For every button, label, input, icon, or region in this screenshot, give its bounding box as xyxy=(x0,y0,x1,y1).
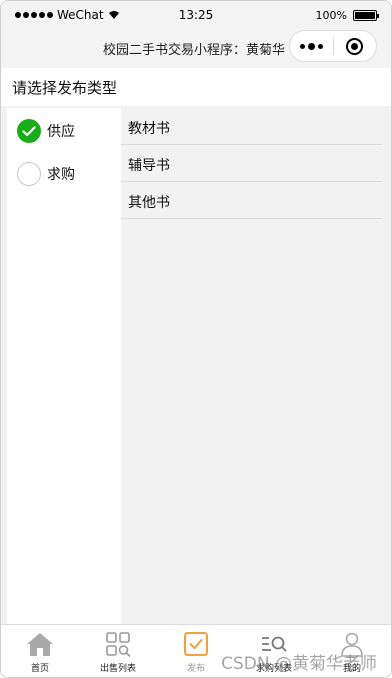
exit-target-icon xyxy=(346,37,364,55)
status-bar: WeChat 13:25 100% xyxy=(1,1,391,27)
phone-frame: WeChat 13:25 100% 校园二手书交易小程序：黄菊华 请选择发布类型… xyxy=(0,0,392,678)
battery-percent: 100% xyxy=(315,9,347,22)
category-row-other[interactable]: 其他书 xyxy=(121,182,382,219)
tab-sell-list[interactable]: 出售列表 xyxy=(79,625,157,677)
grid-search-icon xyxy=(104,630,132,658)
more-menu-icon[interactable] xyxy=(290,42,333,50)
type-option-request[interactable]: 求购 xyxy=(17,160,75,188)
type-option-supply[interactable]: 供应 xyxy=(17,117,75,145)
tab-mine[interactable]: 我的 xyxy=(313,625,391,677)
battery-icon xyxy=(353,10,379,21)
list-edge xyxy=(382,108,391,624)
tab-label: 发布 xyxy=(186,664,205,674)
unchecked-radio-icon xyxy=(17,162,41,186)
publish-type-column: 供应 求购 xyxy=(7,108,121,624)
category-row-tutoring[interactable]: 辅导书 xyxy=(121,145,382,182)
status-right: 100% xyxy=(315,9,379,22)
checked-radio-icon xyxy=(17,119,41,143)
tab-label: 我的 xyxy=(342,664,361,674)
tab-bar: 首页 出售列表 发布 求购列表 我的 xyxy=(1,624,391,677)
nav-bar: 校园二手书交易小程序：黄菊华 xyxy=(1,27,391,67)
mini-program-capsule xyxy=(289,30,377,62)
section-heading: 请选择发布类型 xyxy=(1,68,391,106)
tab-label: 首页 xyxy=(30,664,49,674)
book-category-list: 教材书 辅导书 其他书 xyxy=(121,108,382,624)
tab-home[interactable]: 首页 xyxy=(1,625,79,677)
category-row-textbook[interactable]: 教材书 xyxy=(121,108,382,145)
type-option-label: 求购 xyxy=(47,167,75,183)
tab-label: 求购列表 xyxy=(255,664,292,674)
home-icon xyxy=(26,630,54,658)
close-button[interactable] xyxy=(334,37,376,55)
user-icon xyxy=(338,630,366,658)
tab-label: 出售列表 xyxy=(99,664,136,674)
tab-request-list[interactable]: 求购列表 xyxy=(235,625,313,677)
page-title: 校园二手书交易小程序：黄菊华 xyxy=(102,43,285,58)
publish-check-icon xyxy=(182,630,210,658)
type-option-label: 供应 xyxy=(47,124,75,140)
tab-publish[interactable]: 发布 xyxy=(157,625,235,677)
list-search-icon xyxy=(260,630,288,658)
